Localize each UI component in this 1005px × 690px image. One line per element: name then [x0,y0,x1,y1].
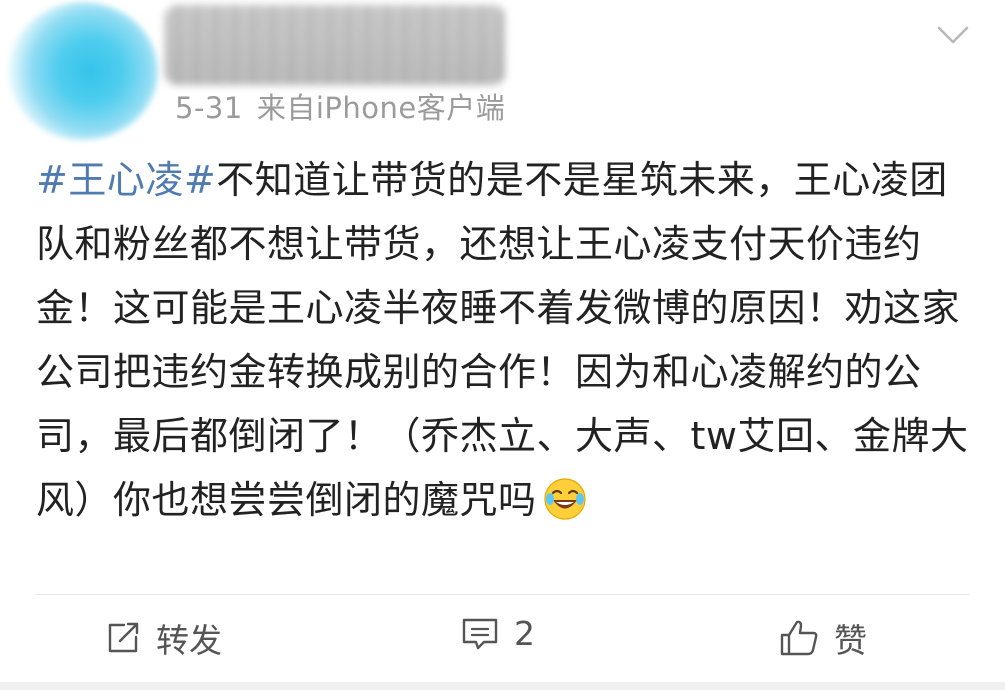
comment-button[interactable]: 2 [460,614,535,653]
post-text: #王心凌#不知道让带货的是不是星筑未来，王心凌团队和粉丝都不想让带货，还想让王心… [36,148,976,532]
post-meta: 5-31 来自iPhone客户端 [175,85,505,127]
divider [36,594,969,595]
post-date: 5-31 [175,91,243,125]
post-source: 来自iPhone客户端 [256,91,506,125]
chevron-down-icon [937,26,969,44]
username-blurred[interactable] [165,5,505,85]
post-body: 不知道让带货的是不是星筑未来，王心凌团队和粉丝都不想让带货，还想让王心凌支付天价… [36,158,969,522]
repost-label: 转发 [156,621,222,660]
repost-icon [108,622,139,653]
bottom-separator [0,682,1005,690]
comment-icon [462,618,498,649]
hashtag-link[interactable]: #王心凌# [36,158,216,202]
repost-button[interactable]: 转发 [104,614,222,662]
laughing-crying-emoji-icon [543,478,586,520]
action-bar: 转发 2 赞 [0,596,1005,680]
thumbs-up-icon [780,620,818,656]
more-options-button[interactable] [935,22,971,48]
like-label: 赞 [834,621,867,660]
weibo-post-card: 5-31 来自iPhone客户端 #王心凌#不知道让带货的是不是星筑未来，王心凌团… [0,0,1005,690]
like-button[interactable]: 赞 [778,614,867,662]
comment-count: 2 [514,614,535,653]
avatar[interactable] [8,2,158,140]
